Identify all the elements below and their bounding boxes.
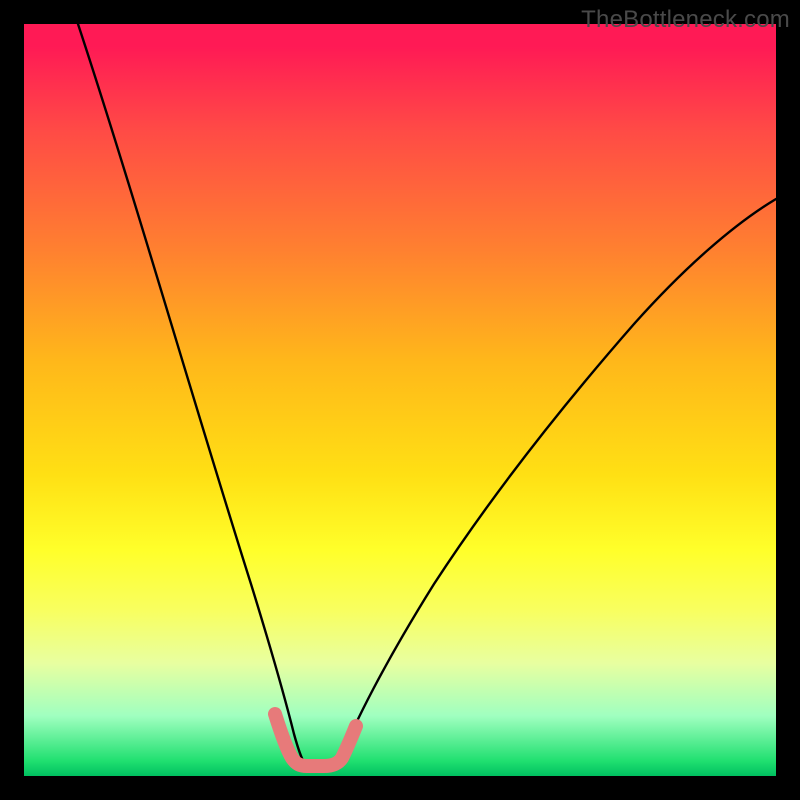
bottleneck-curve-left [78,24,305,764]
bottleneck-curve-right [339,199,776,762]
watermark-text: TheBottleneck.com [581,6,790,34]
highlight-marker-path [275,714,356,766]
chart-curves [24,24,776,776]
chart-plot-area [24,24,776,776]
